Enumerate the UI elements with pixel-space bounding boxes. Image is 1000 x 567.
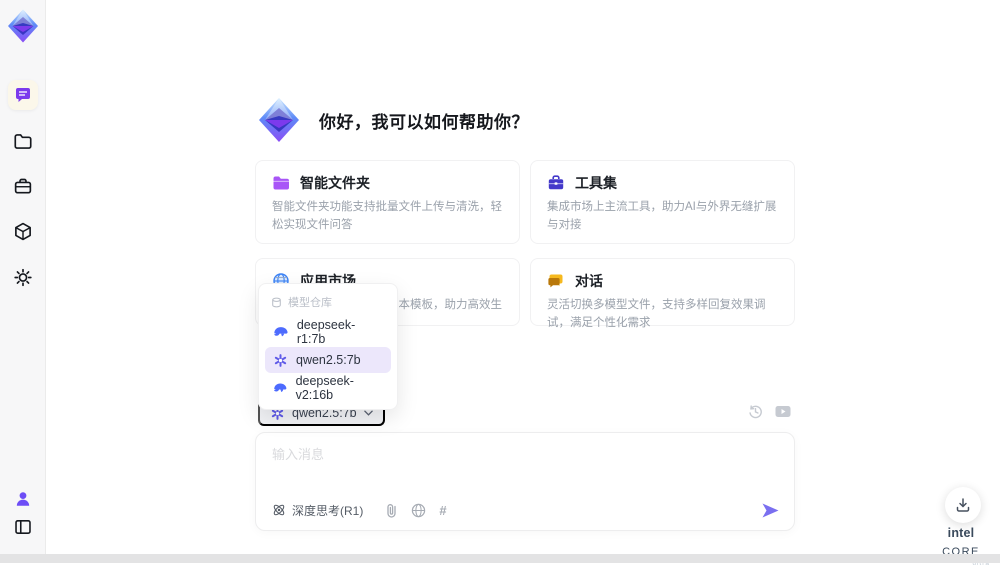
message-input[interactable] <box>272 444 778 488</box>
attachment-icon[interactable] <box>385 503 398 518</box>
hash-icon[interactable]: # <box>439 503 446 518</box>
greeting-title: 你好，我可以如何帮助你？ <box>319 112 529 132</box>
card-smart-folder[interactable]: 智能文件夹 智能文件夹功能支持批量文件上传与清洗，轻松实现文件问答 <box>255 160 520 244</box>
model-name: deepseek-v2:16b <box>295 374 354 402</box>
dropdown-item-deepseek-v2[interactable]: deepseek-v2:16b <box>265 374 391 402</box>
sidebar-item-chat[interactable] <box>7 80 38 110</box>
card-toolset[interactable]: 工具集 集成市场上主流工具，助力AI与外界无缝扩展与对接 <box>530 160 795 244</box>
sidebar-item-settings[interactable] <box>13 268 32 287</box>
model-repo-label: 模型仓库 <box>288 297 332 309</box>
dropdown-item-deepseek-r1[interactable]: deepseek-r1:7b <box>265 318 391 346</box>
greeting-logo-icon <box>255 96 303 144</box>
composer-toolbar: 深度思考(R1) # <box>272 499 780 521</box>
model-name: qwen2.5:7b <box>296 353 361 367</box>
gear-icon <box>13 268 32 287</box>
sidebar-item-models[interactable] <box>13 222 32 241</box>
cube-icon <box>14 222 31 241</box>
atom-icon <box>273 504 285 516</box>
dropdown-item-qwen[interactable]: qwen2.5:7b <box>265 347 391 373</box>
model-repo-header: 模型仓库 <box>263 289 393 317</box>
download-fab[interactable] <box>945 487 981 523</box>
folder-icon <box>13 134 32 149</box>
chevron-down-icon <box>363 410 373 416</box>
globe-icon[interactable] <box>411 503 426 518</box>
deepseek-logo <box>273 324 289 340</box>
sidebar-item-toolbox[interactable] <box>13 177 32 196</box>
deepseek-logo <box>273 380 288 396</box>
model-dropdown: 模型仓库 deepseek-r1:7b qwen2.5:7b deepseek-… <box>258 283 398 410</box>
app-logo-icon <box>5 8 41 44</box>
sidebar-toggle[interactable] <box>14 518 32 536</box>
deep-think-label: 深度思考(R1) <box>292 503 364 518</box>
composer: 深度思考(R1) # <box>255 432 795 531</box>
briefcase-icon <box>14 178 31 194</box>
video-icon[interactable] <box>775 404 791 419</box>
card-dialogue[interactable]: 对话 灵活切换多模型文件，支持多样回复效果调试，满足个性化需求 <box>530 258 795 329</box>
bottom-bar <box>0 554 1000 563</box>
sidebar-item-account[interactable] <box>14 490 32 508</box>
repo-icon <box>272 297 281 307</box>
download-icon <box>956 498 970 512</box>
send-button[interactable] <box>761 502 780 519</box>
card-description: 智能文件夹功能支持批量文件上传与清洗，轻松实现文件问答 <box>272 201 502 231</box>
deep-think-toggle[interactable]: 深度思考(R1) <box>272 502 363 519</box>
qwen-logo <box>273 353 288 368</box>
folder-purple-icon <box>272 174 290 192</box>
greeting: 你好，我可以如何帮助你？ <box>255 96 529 144</box>
card-description: 灵活切换多模型文件，支持多样回复效果调试，满足个性化需求 <box>547 299 766 329</box>
card-description: 集成市场上主流工具，助力AI与外界无缝扩展与对接 <box>547 201 777 231</box>
user-icon <box>16 492 29 506</box>
sidebar <box>0 0 46 563</box>
toolbox-indigo-icon <box>547 174 565 192</box>
card-title: 智能文件夹 <box>300 175 370 191</box>
chat-bubble-icon <box>15 88 30 102</box>
card-title: 对话 <box>575 273 603 289</box>
history-icon[interactable] <box>748 404 763 419</box>
chat-amber-icon <box>547 272 565 290</box>
intel-brand: intel <box>947 526 975 540</box>
chat-row-actions <box>748 404 791 419</box>
sidebar-item-folders[interactable] <box>13 132 32 151</box>
model-name: deepseek-r1:7b <box>296 318 356 346</box>
card-title: 工具集 <box>575 175 617 191</box>
panel-icon <box>14 520 31 534</box>
